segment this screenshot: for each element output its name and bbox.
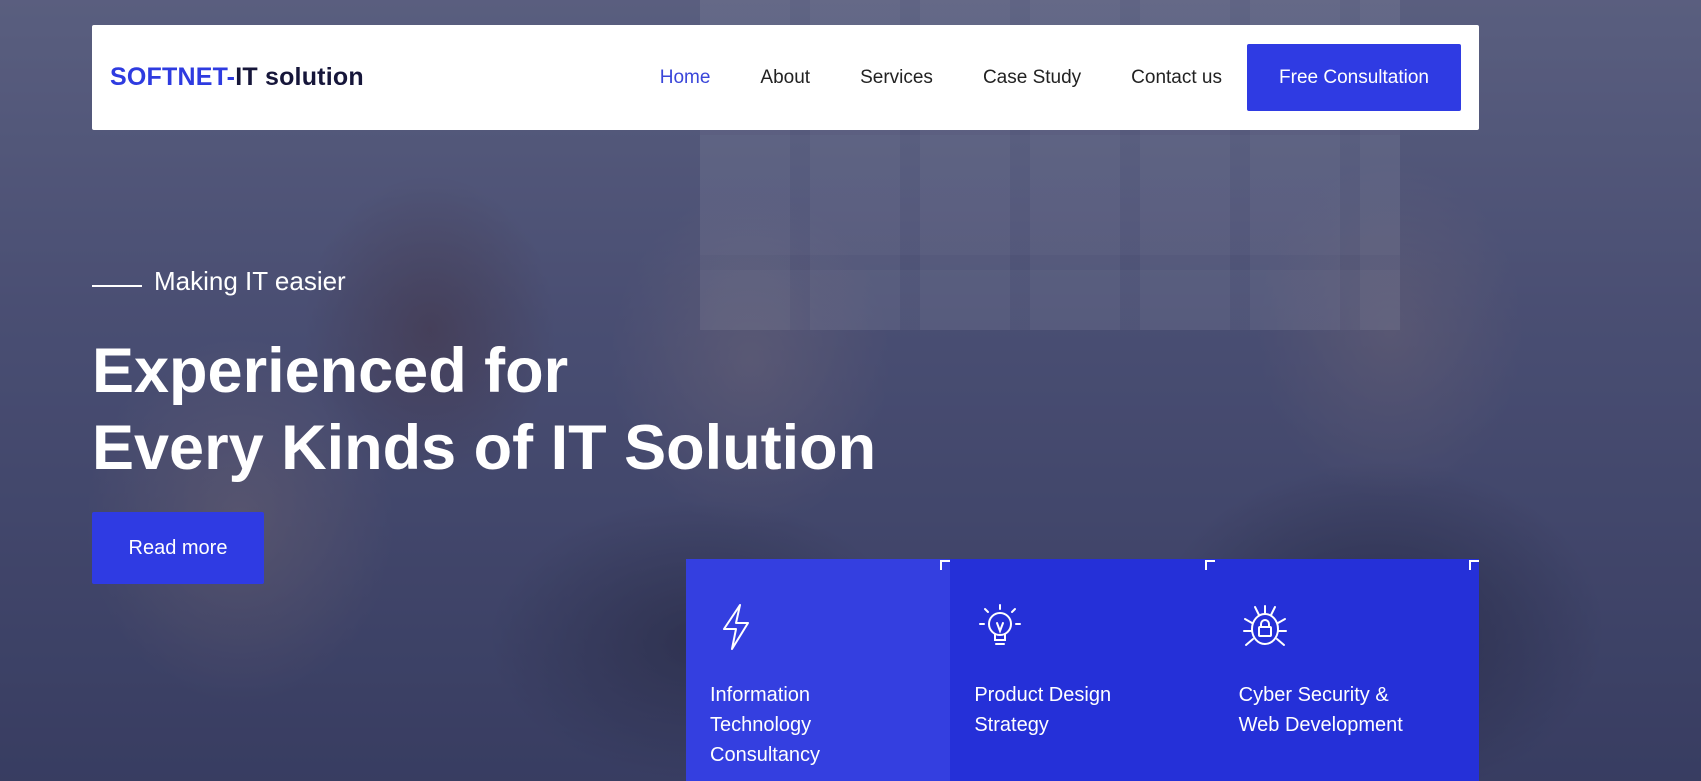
card-title-line: Cyber Security &: [1238, 684, 1389, 706]
hero-tagline: Making IT easier: [92, 266, 346, 297]
service-card-it-consultancy[interactable]: Information Technology Consultancy: [686, 559, 951, 781]
site-header: SOFTNET-IT solution Home About Services …: [92, 25, 1479, 130]
main-nav: Home About Services Case Study Contact u…: [660, 25, 1461, 130]
card-title-line: Strategy: [974, 714, 1049, 736]
security-bug-lock-icon: [1242, 605, 1287, 646]
nav-contact-us[interactable]: Contact us: [1131, 67, 1222, 89]
service-card-cyber-security[interactable]: Cyber Security & Web Development: [1214, 559, 1479, 781]
headline-line-1: Experienced for: [92, 336, 569, 406]
tagline-divider: [92, 284, 142, 287]
lightning-icon: [723, 604, 749, 650]
card-corner-marker: [1204, 560, 1215, 570]
nav-services[interactable]: Services: [860, 67, 933, 89]
nav-home[interactable]: Home: [660, 67, 711, 89]
nav-about[interactable]: About: [760, 67, 810, 89]
card-title: Information Technology Consultancy: [710, 680, 926, 770]
hero-headline: Experienced for Every Kinds of IT Soluti…: [92, 333, 876, 487]
site-logo[interactable]: SOFTNET-IT solution: [110, 63, 364, 92]
card-corner-marker: [1468, 560, 1479, 570]
card-title: Product Design Strategy: [974, 680, 1190, 740]
free-consultation-button[interactable]: Free Consultation: [1247, 44, 1461, 111]
headline-line-2: Every Kinds of IT Solution: [92, 413, 877, 483]
lightbulb-icon: [979, 604, 1022, 645]
card-title-line: Web Development: [1238, 714, 1403, 736]
card-title-line: Technology: [710, 714, 812, 736]
read-more-button[interactable]: Read more: [92, 512, 264, 584]
nav-case-study[interactable]: Case Study: [983, 67, 1081, 89]
service-cards: Information Technology Consultancy Produ…: [686, 559, 1479, 781]
card-corner-marker: [940, 560, 951, 570]
service-card-product-design[interactable]: Product Design Strategy: [950, 559, 1215, 781]
tagline-text: Making IT easier: [154, 266, 346, 296]
card-title-line: Information: [710, 684, 811, 706]
card-title: Cyber Security & Web Development: [1239, 680, 1455, 740]
logo-suffix: IT solution: [235, 63, 364, 91]
card-title-line: Consultancy: [710, 744, 821, 766]
logo-brand: SOFTNET-: [110, 63, 236, 91]
card-title-line: Product Design: [974, 684, 1112, 706]
